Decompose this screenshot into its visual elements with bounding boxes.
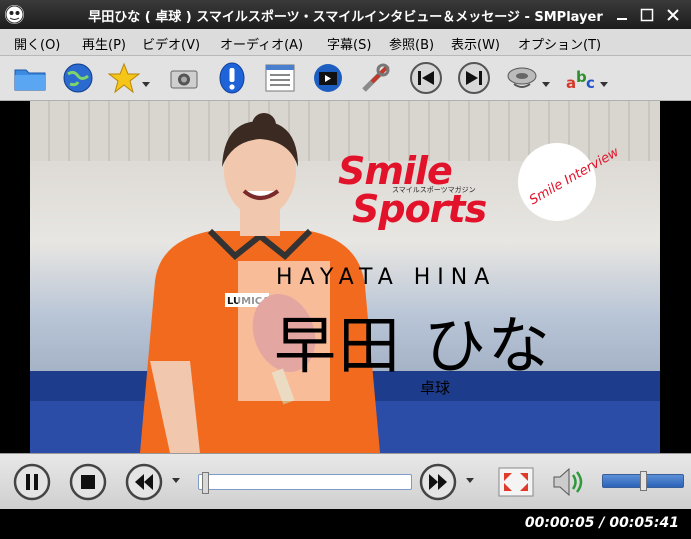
screenshot-camera-icon[interactable] xyxy=(166,60,202,96)
video-clapper-icon[interactable] xyxy=(310,60,346,96)
folder-icon[interactable] xyxy=(12,60,48,96)
smile-sports-logo-subtitle: スマイルスポーツマガジン xyxy=(392,186,476,194)
player-name-english: HAYATA HINA xyxy=(276,265,497,290)
next-track-icon[interactable] xyxy=(456,60,492,96)
chevron-down-icon[interactable] xyxy=(542,82,550,87)
chevron-down-icon[interactable] xyxy=(466,478,474,483)
chevron-down-icon[interactable] xyxy=(142,82,150,87)
title-bar: 早田ひな ( 卓球 ) スマイルスポーツ・スマイルインタビュー＆メッセージ - … xyxy=(0,0,691,29)
sport-label: 卓球 xyxy=(420,379,451,397)
volume-slider[interactable] xyxy=(602,471,684,491)
window-title: 早田ひな ( 卓球 ) スマイルスポーツ・スマイルインタビュー＆メッセージ - … xyxy=(88,10,603,25)
menu-options[interactable]: オプション(T) xyxy=(518,34,601,53)
audio-disc-icon[interactable] xyxy=(504,60,540,96)
rewind-button[interactable] xyxy=(124,462,164,502)
svg-text:a: a xyxy=(566,74,576,92)
main-toolbar: abc xyxy=(0,56,691,101)
status-bar: 00:00:05 / 00:05:41 xyxy=(0,509,691,539)
info-icon[interactable] xyxy=(214,60,250,96)
fullscreen-button[interactable] xyxy=(496,462,536,502)
globe-icon[interactable] xyxy=(60,60,96,96)
volume-speaker-icon[interactable] xyxy=(548,462,584,502)
playback-control-bar xyxy=(0,453,691,510)
seek-bar[interactable] xyxy=(198,472,412,494)
volume-handle[interactable] xyxy=(640,471,647,491)
menu-browse[interactable]: 参照(B) xyxy=(389,34,434,53)
menu-bar: 開く(O) 再生(P) ビデオ(V) オーディオ(A) 字幕(S) 参照(B) … xyxy=(0,29,691,56)
video-display[interactable]: LUMICA Smile Sports スマイルスポーツマガジン Smile I… xyxy=(30,101,660,453)
previous-track-icon[interactable] xyxy=(408,60,444,96)
star-icon[interactable] xyxy=(106,60,142,96)
smile-interview-badge: Smile Interview xyxy=(518,143,622,221)
seek-handle[interactable] xyxy=(202,472,209,494)
maximize-icon[interactable] xyxy=(637,5,657,25)
fast-forward-button[interactable] xyxy=(418,462,458,502)
minimize-icon[interactable] xyxy=(612,5,632,25)
menu-open[interactable]: 開く(O) xyxy=(14,34,60,53)
stop-button[interactable] xyxy=(68,462,108,502)
menu-subtitles[interactable]: 字幕(S) xyxy=(327,34,371,53)
svg-text:c: c xyxy=(586,74,595,92)
chevron-down-icon[interactable] xyxy=(172,478,180,483)
subtitles-abc-icon[interactable]: abc xyxy=(564,60,600,96)
menu-play[interactable]: 再生(P) xyxy=(82,34,126,53)
chevron-down-icon[interactable] xyxy=(600,82,608,87)
tools-icon[interactable] xyxy=(358,60,394,96)
menu-audio[interactable]: オーディオ(A) xyxy=(220,34,303,53)
time-display: 00:00:05 / 00:05:41 xyxy=(524,515,679,531)
menu-video[interactable]: ビデオ(V) xyxy=(142,34,200,53)
player-name-japanese: 早田 ひな xyxy=(274,309,552,382)
playlist-icon[interactable] xyxy=(262,60,298,96)
close-icon[interactable] xyxy=(663,5,683,25)
menu-view[interactable]: 表示(W) xyxy=(451,34,500,53)
pause-button[interactable] xyxy=(12,462,52,502)
